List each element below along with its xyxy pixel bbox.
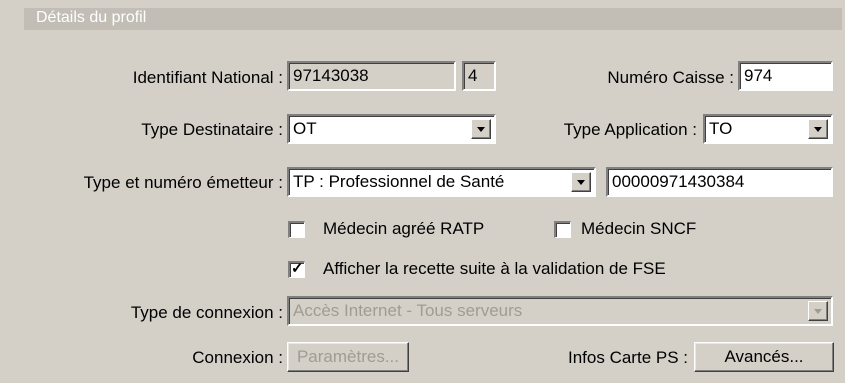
connexion-type-select[interactable]: Accès Internet - Tous serveurs bbox=[287, 296, 833, 326]
emetteur-type-dropdown-icon[interactable] bbox=[571, 172, 591, 192]
connexion-label: Connexion : bbox=[192, 348, 283, 367]
emetteur-number-field[interactable]: 00000971430384 bbox=[606, 167, 833, 197]
type-application-select[interactable]: TO bbox=[703, 114, 833, 144]
type-application-dropdown-icon[interactable] bbox=[808, 119, 828, 139]
medecin-ratp-checkbox[interactable] bbox=[288, 221, 305, 238]
avances-button[interactable]: Avancés... bbox=[694, 342, 834, 372]
panel-title: Détails du profil bbox=[36, 9, 147, 26]
afficher-recette-label[interactable]: Afficher la recette suite à la validatio… bbox=[323, 259, 666, 279]
caisse-value: 974 bbox=[744, 66, 773, 85]
medecin-sncf-checkbox[interactable] bbox=[554, 221, 571, 238]
medecin-ratp-label[interactable]: Médecin agréé RATP bbox=[323, 219, 484, 239]
connexion-type-value: Accès Internet - Tous serveurs bbox=[293, 301, 523, 320]
parametres-button[interactable]: Paramètres... bbox=[287, 342, 409, 372]
connexion-type-dropdown-icon[interactable] bbox=[808, 301, 828, 321]
emetteur-type-value: TP : Professionnel de Santé bbox=[293, 172, 505, 191]
identifiant-field[interactable]: 97143038 bbox=[287, 61, 456, 91]
afficher-recette-checkbox[interactable] bbox=[288, 259, 305, 278]
type-destinataire-select[interactable]: OT bbox=[287, 114, 496, 144]
type-application-value: TO bbox=[709, 119, 733, 138]
type-application-label: Type Application : bbox=[563, 120, 697, 139]
caisse-label: Numéro Caisse : bbox=[607, 68, 734, 87]
caisse-field[interactable]: 974 bbox=[738, 61, 833, 91]
emetteur-number-value: 00000971430384 bbox=[612, 172, 745, 191]
identifiant-key-value: 4 bbox=[468, 66, 478, 85]
identifiant-label: Identifiant National : bbox=[132, 68, 283, 87]
medecin-sncf-label[interactable]: Médecin SNCF bbox=[581, 219, 696, 239]
connexion-type-label: Type de connexion : bbox=[130, 303, 283, 322]
type-destinataire-label: Type Destinataire : bbox=[141, 120, 283, 139]
type-destinataire-dropdown-icon[interactable] bbox=[471, 119, 491, 139]
carte-ps-label: Infos Carte PS : bbox=[568, 348, 688, 367]
panel-header: Détails du profil bbox=[24, 8, 842, 30]
emetteur-type-select[interactable]: TP : Professionnel de Santé bbox=[287, 167, 596, 197]
identifiant-key-field[interactable]: 4 bbox=[462, 61, 496, 91]
identifiant-value: 97143038 bbox=[293, 66, 369, 85]
emetteur-label: Type et numéro émetteur : bbox=[83, 173, 283, 192]
type-destinataire-value: OT bbox=[293, 119, 317, 138]
